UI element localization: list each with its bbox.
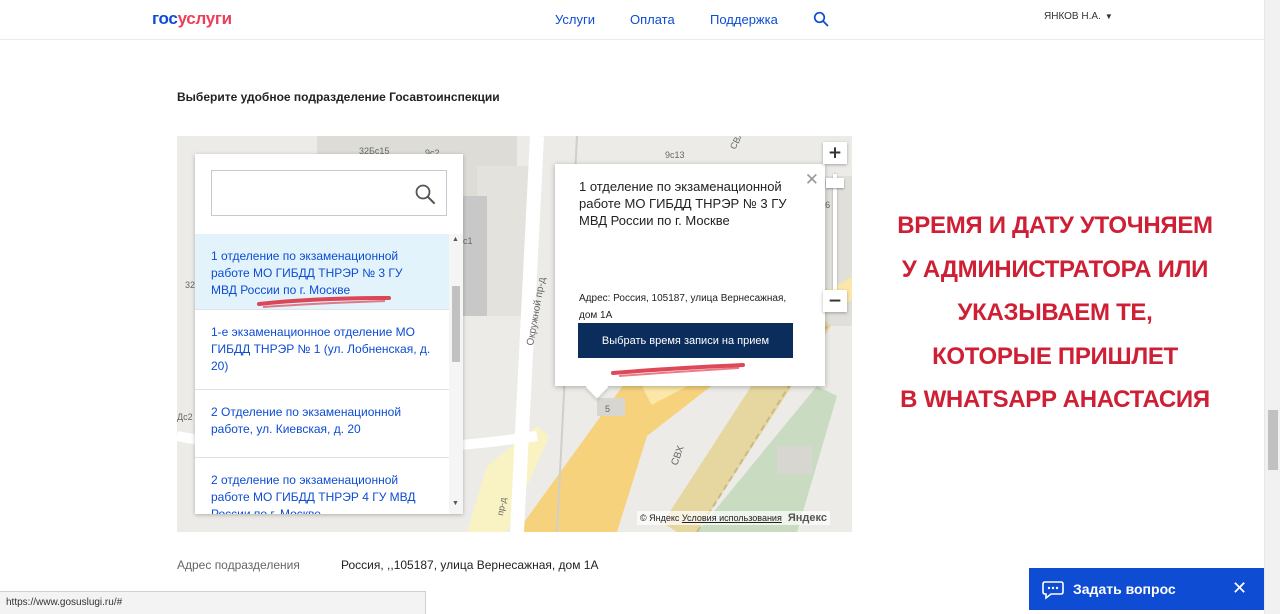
map-label: 32 — [185, 280, 195, 290]
close-icon[interactable]: ✕ — [1232, 578, 1247, 599]
office-list-item[interactable]: 1 отделение по экзаменационной работе МО… — [195, 234, 449, 310]
office-list: 1 отделение по экзаменационной работе МО… — [195, 234, 449, 514]
nav-services[interactable]: Услуги — [555, 12, 595, 27]
office-address-row: Адрес подразделения Россия, ,,105187, ул… — [177, 558, 598, 572]
browser-status-url: https://www.gosuslugi.ru/# — [0, 591, 426, 614]
map-terms-link[interactable]: Условия использования — [682, 513, 782, 523]
close-icon[interactable]: ✕ — [805, 171, 819, 188]
chevron-down-icon: ▼ — [1104, 12, 1113, 21]
search-icon[interactable] — [414, 183, 436, 205]
office-list-panel: 1 отделение по экзаменационной работе МО… — [195, 154, 463, 514]
user-menu[interactable]: ЯНКОВ Н.А. ▼ — [1044, 11, 1113, 22]
overlay-caption: Время и дату уточняем у администратора и… — [890, 204, 1220, 422]
map-zoom-control: + − — [823, 142, 847, 318]
map-label: 9с13 — [665, 150, 685, 160]
office-search-input[interactable] — [212, 171, 402, 215]
office-popup: ✕ 1 отделение по экзаменационной работе … — [555, 164, 825, 386]
office-search-box[interactable] — [211, 170, 447, 216]
caption-line: указываем те, — [957, 299, 1153, 326]
office-list-item[interactable]: 2 отделение по экзаменационной работе МО… — [195, 458, 449, 514]
office-address-value: Россия, ,,105187, улица Вернесажная, дом… — [341, 558, 599, 572]
chat-support-icon — [1042, 581, 1064, 600]
section-title: Выберите удобное подразделение Госавтоин… — [177, 90, 500, 104]
caption-line: Время и дату уточняем — [897, 212, 1213, 239]
top-header: госуслуги Услуги Оплата Поддержка ЯНКОВ … — [0, 0, 1264, 40]
zoom-slider-handle[interactable] — [826, 178, 844, 188]
office-address-label: Адрес подразделения — [177, 558, 300, 572]
logo-part-uslugi: услуги — [177, 9, 233, 28]
office-list-item[interactable]: 1-е экзаменационное отделение МО ГИБДД Т… — [195, 310, 449, 390]
zoom-out-button[interactable]: − — [823, 290, 847, 312]
scrollbar-thumb[interactable] — [452, 286, 460, 362]
popup-address: Адрес: Россия, 105187, улица Вернесажная… — [579, 293, 787, 321]
gosuslugi-logo[interactable]: госуслуги — [152, 9, 232, 29]
office-list-item[interactable]: 2 Отделение по экзаменационной работе, у… — [195, 390, 449, 458]
red-highlight-stroke — [611, 363, 745, 377]
page-scrollbar[interactable] — [1264, 0, 1280, 614]
map-widget[interactable]: 32Бс15 9с2 9с13 СВХ с1 Окружной пр-д СВХ… — [177, 136, 852, 532]
ask-question-label: Задать вопрос — [1073, 581, 1176, 597]
caption-line: в WhatsApp Анастасия — [900, 386, 1210, 413]
scroll-down-icon[interactable]: ▼ — [452, 500, 459, 507]
map-label: с1 — [463, 236, 473, 246]
nav-support[interactable]: Поддержка — [710, 12, 778, 27]
caption-line: у администратора или — [901, 255, 1209, 283]
select-appointment-time-button[interactable]: Выбрать время записи на прием — [578, 323, 793, 358]
user-name: ЯНКОВ Н.А. — [1044, 11, 1101, 22]
logo-part-gos: гос — [152, 9, 178, 28]
yandex-logo: Яндекс — [787, 512, 827, 524]
popup-title: 1 отделение по экзаменационной работе МО… — [579, 179, 787, 228]
zoom-in-button[interactable]: + — [823, 142, 847, 164]
map-attribution: © Яндекс Условия использования Яндекс — [637, 511, 830, 525]
page-scrollbar-thumb[interactable] — [1268, 410, 1278, 470]
map-label: 5 — [605, 404, 610, 414]
list-scrollbar[interactable]: ▲ ▼ — [449, 234, 463, 514]
zoom-slider-track[interactable] — [833, 174, 837, 294]
nav-payment[interactable]: Оплата — [630, 12, 675, 27]
search-icon[interactable] — [813, 11, 829, 27]
map-copyright: © Яндекс — [640, 513, 680, 523]
map-label: Дс2 — [177, 412, 193, 422]
scroll-up-icon[interactable]: ▲ — [452, 236, 459, 243]
ask-question-widget[interactable]: Задать вопрос ✕ — [1029, 568, 1264, 610]
caption-line: которые пришлет — [932, 342, 1178, 370]
